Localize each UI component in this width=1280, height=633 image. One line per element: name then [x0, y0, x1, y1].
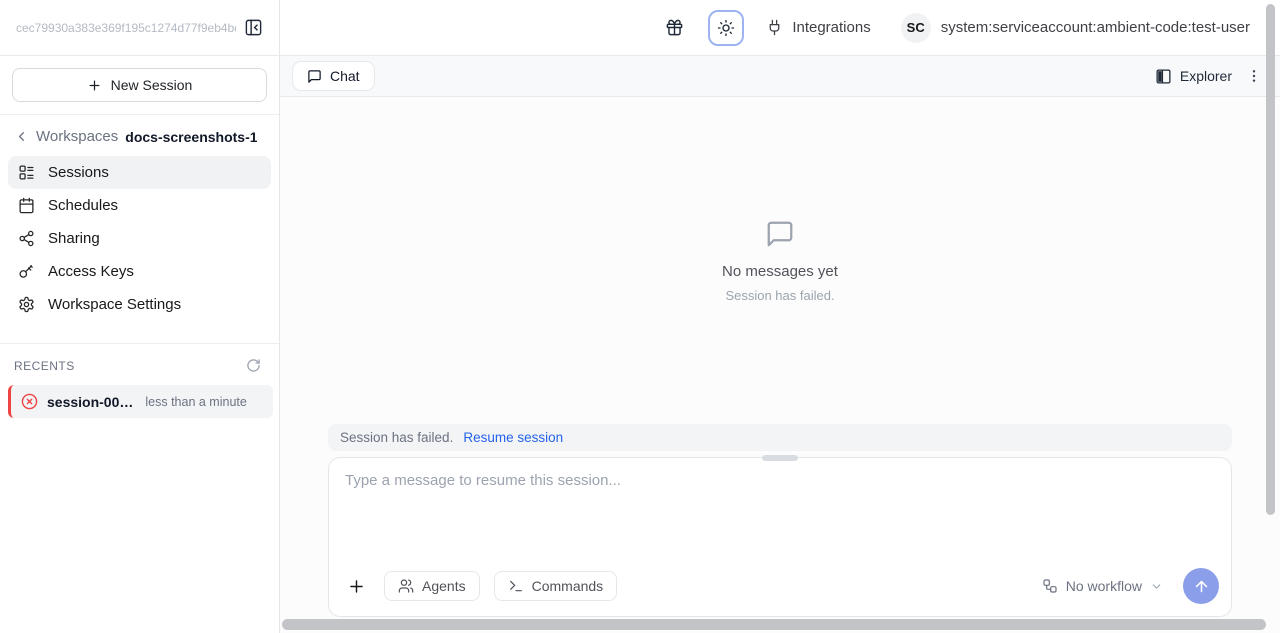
sidebar-item-label: Sharing — [48, 230, 100, 247]
new-session-section: New Session — [0, 56, 279, 115]
plug-icon — [766, 19, 783, 36]
workflow-label: No workflow — [1066, 578, 1142, 594]
sidebar-item-sharing[interactable]: Sharing — [8, 222, 271, 255]
chat-bubble-icon — [307, 69, 322, 84]
sidebar-item-label: Sessions — [48, 164, 109, 181]
sidebar-item-schedules[interactable]: Schedules — [8, 189, 271, 222]
terminal-icon — [508, 578, 524, 594]
theme-toggle-button[interactable] — [708, 10, 744, 46]
app-root: cec79930a383e369f195c1274d77f9eb4bc3fa19… — [0, 0, 1280, 633]
send-button[interactable] — [1183, 568, 1219, 604]
session-tabbar: Chat Explorer — [280, 56, 1280, 97]
recent-session-name: session-00… — [47, 394, 133, 410]
plus-icon — [347, 577, 366, 596]
sidebar: cec79930a383e369f195c1274d77f9eb4bc3fa19… — [0, 0, 280, 633]
sidebar-nav: Sessions Schedules Sharing Access Keys — [0, 154, 279, 329]
attach-button[interactable] — [343, 573, 370, 600]
explorer-button[interactable]: Explorer — [1155, 68, 1232, 85]
empty-state-title: No messages yet — [722, 263, 838, 280]
key-icon — [18, 263, 35, 280]
composer-toolbar: Agents Commands — [329, 558, 1231, 616]
resume-session-link[interactable]: Resume session — [463, 430, 563, 445]
sidebar-collapse-button[interactable] — [242, 16, 265, 39]
sun-icon — [717, 19, 735, 37]
calendar-icon — [18, 197, 35, 214]
sidebar-item-workspace-settings[interactable]: Workspace Settings — [8, 288, 271, 321]
workspace-name: docs-screenshots-17… — [125, 129, 257, 145]
messages-empty-state: No messages yet Session has failed. — [280, 97, 1280, 424]
recent-session-time: less than a minute — [145, 395, 246, 409]
agents-label: Agents — [422, 578, 466, 594]
chat-bubble-large-icon — [765, 219, 795, 249]
gift-icon — [665, 18, 684, 37]
users-icon — [398, 578, 414, 594]
vertical-scrollbar-thumb[interactable] — [1266, 4, 1275, 515]
agents-button[interactable]: Agents — [384, 571, 480, 601]
banner-message: Session has failed. — [340, 430, 453, 445]
composer-area: Session has failed. Resume session — [280, 424, 1280, 633]
avatar: SC — [901, 13, 931, 43]
composer: Agents Commands — [328, 457, 1232, 617]
arrow-up-icon — [1193, 578, 1210, 595]
recents-header: RECENTS — [0, 343, 279, 383]
sidebar-header: cec79930a383e369f195c1274d77f9eb4bc3fa19 — [0, 0, 279, 56]
workflow-selector[interactable]: No workflow — [1042, 578, 1163, 594]
session-failed-banner: Session has failed. Resume session — [328, 424, 1232, 451]
tab-chat[interactable]: Chat — [292, 61, 375, 91]
explorer-label: Explorer — [1180, 68, 1232, 84]
sidebar-item-label: Schedules — [48, 197, 118, 214]
username: system:serviceaccount:ambient-code:test-… — [941, 19, 1250, 36]
tab-chat-label: Chat — [330, 68, 360, 84]
whats-new-button[interactable] — [663, 16, 686, 39]
sidebar-item-label: Workspace Settings — [48, 296, 181, 313]
error-circle-icon — [21, 393, 38, 410]
chevron-down-icon — [1150, 580, 1163, 593]
sidebar-item-access-keys[interactable]: Access Keys — [8, 255, 271, 288]
recent-session-item[interactable]: session-00… less than a minute — [8, 385, 273, 418]
commands-button[interactable]: Commands — [494, 571, 618, 601]
vertical-scrollbar[interactable] — [1266, 4, 1275, 629]
integrations-button[interactable]: Integrations — [766, 19, 870, 36]
share-icon — [18, 230, 35, 247]
plus-icon — [87, 78, 102, 93]
more-options-button[interactable] — [1244, 66, 1264, 86]
user-menu[interactable]: SC system:serviceaccount:ambient-code:te… — [901, 13, 1250, 43]
session-hash: cec79930a383e369f195c1274d77f9eb4bc3fa19 — [16, 21, 236, 35]
empty-state-subtitle: Session has failed. — [725, 288, 834, 303]
layout-list-icon — [18, 164, 35, 181]
new-session-label: New Session — [111, 77, 193, 93]
panel-split-icon — [1155, 68, 1172, 85]
panel-collapse-icon — [244, 18, 263, 37]
refresh-icon — [246, 358, 261, 373]
new-session-button[interactable]: New Session — [12, 68, 267, 102]
gear-icon — [18, 296, 35, 313]
refresh-recents-button[interactable] — [244, 356, 263, 375]
sidebar-item-label: Access Keys — [48, 263, 134, 280]
chevron-left-icon — [14, 129, 29, 144]
breadcrumb[interactable]: Workspaces docs-screenshots-17… — [0, 115, 279, 154]
chat-content: No messages yet Session has failed. Sess… — [280, 97, 1280, 633]
topbar: Integrations SC system:serviceaccount:am… — [280, 0, 1280, 56]
tabbar-right: Explorer — [1155, 66, 1264, 86]
workspaces-label: Workspaces — [36, 128, 118, 145]
recents-title: RECENTS — [14, 359, 75, 373]
sidebar-item-sessions[interactable]: Sessions — [8, 156, 271, 189]
horizontal-scrollbar-thumb[interactable] — [282, 619, 1266, 630]
integrations-label: Integrations — [792, 19, 870, 36]
horizontal-scrollbar[interactable] — [282, 619, 1266, 630]
main-panel: Integrations SC system:serviceaccount:am… — [280, 0, 1280, 633]
kebab-menu-icon — [1246, 68, 1262, 84]
composer-resize-handle[interactable] — [762, 455, 798, 461]
commands-label: Commands — [532, 578, 604, 594]
message-input[interactable] — [329, 458, 1231, 558]
workflow-icon — [1042, 578, 1058, 594]
